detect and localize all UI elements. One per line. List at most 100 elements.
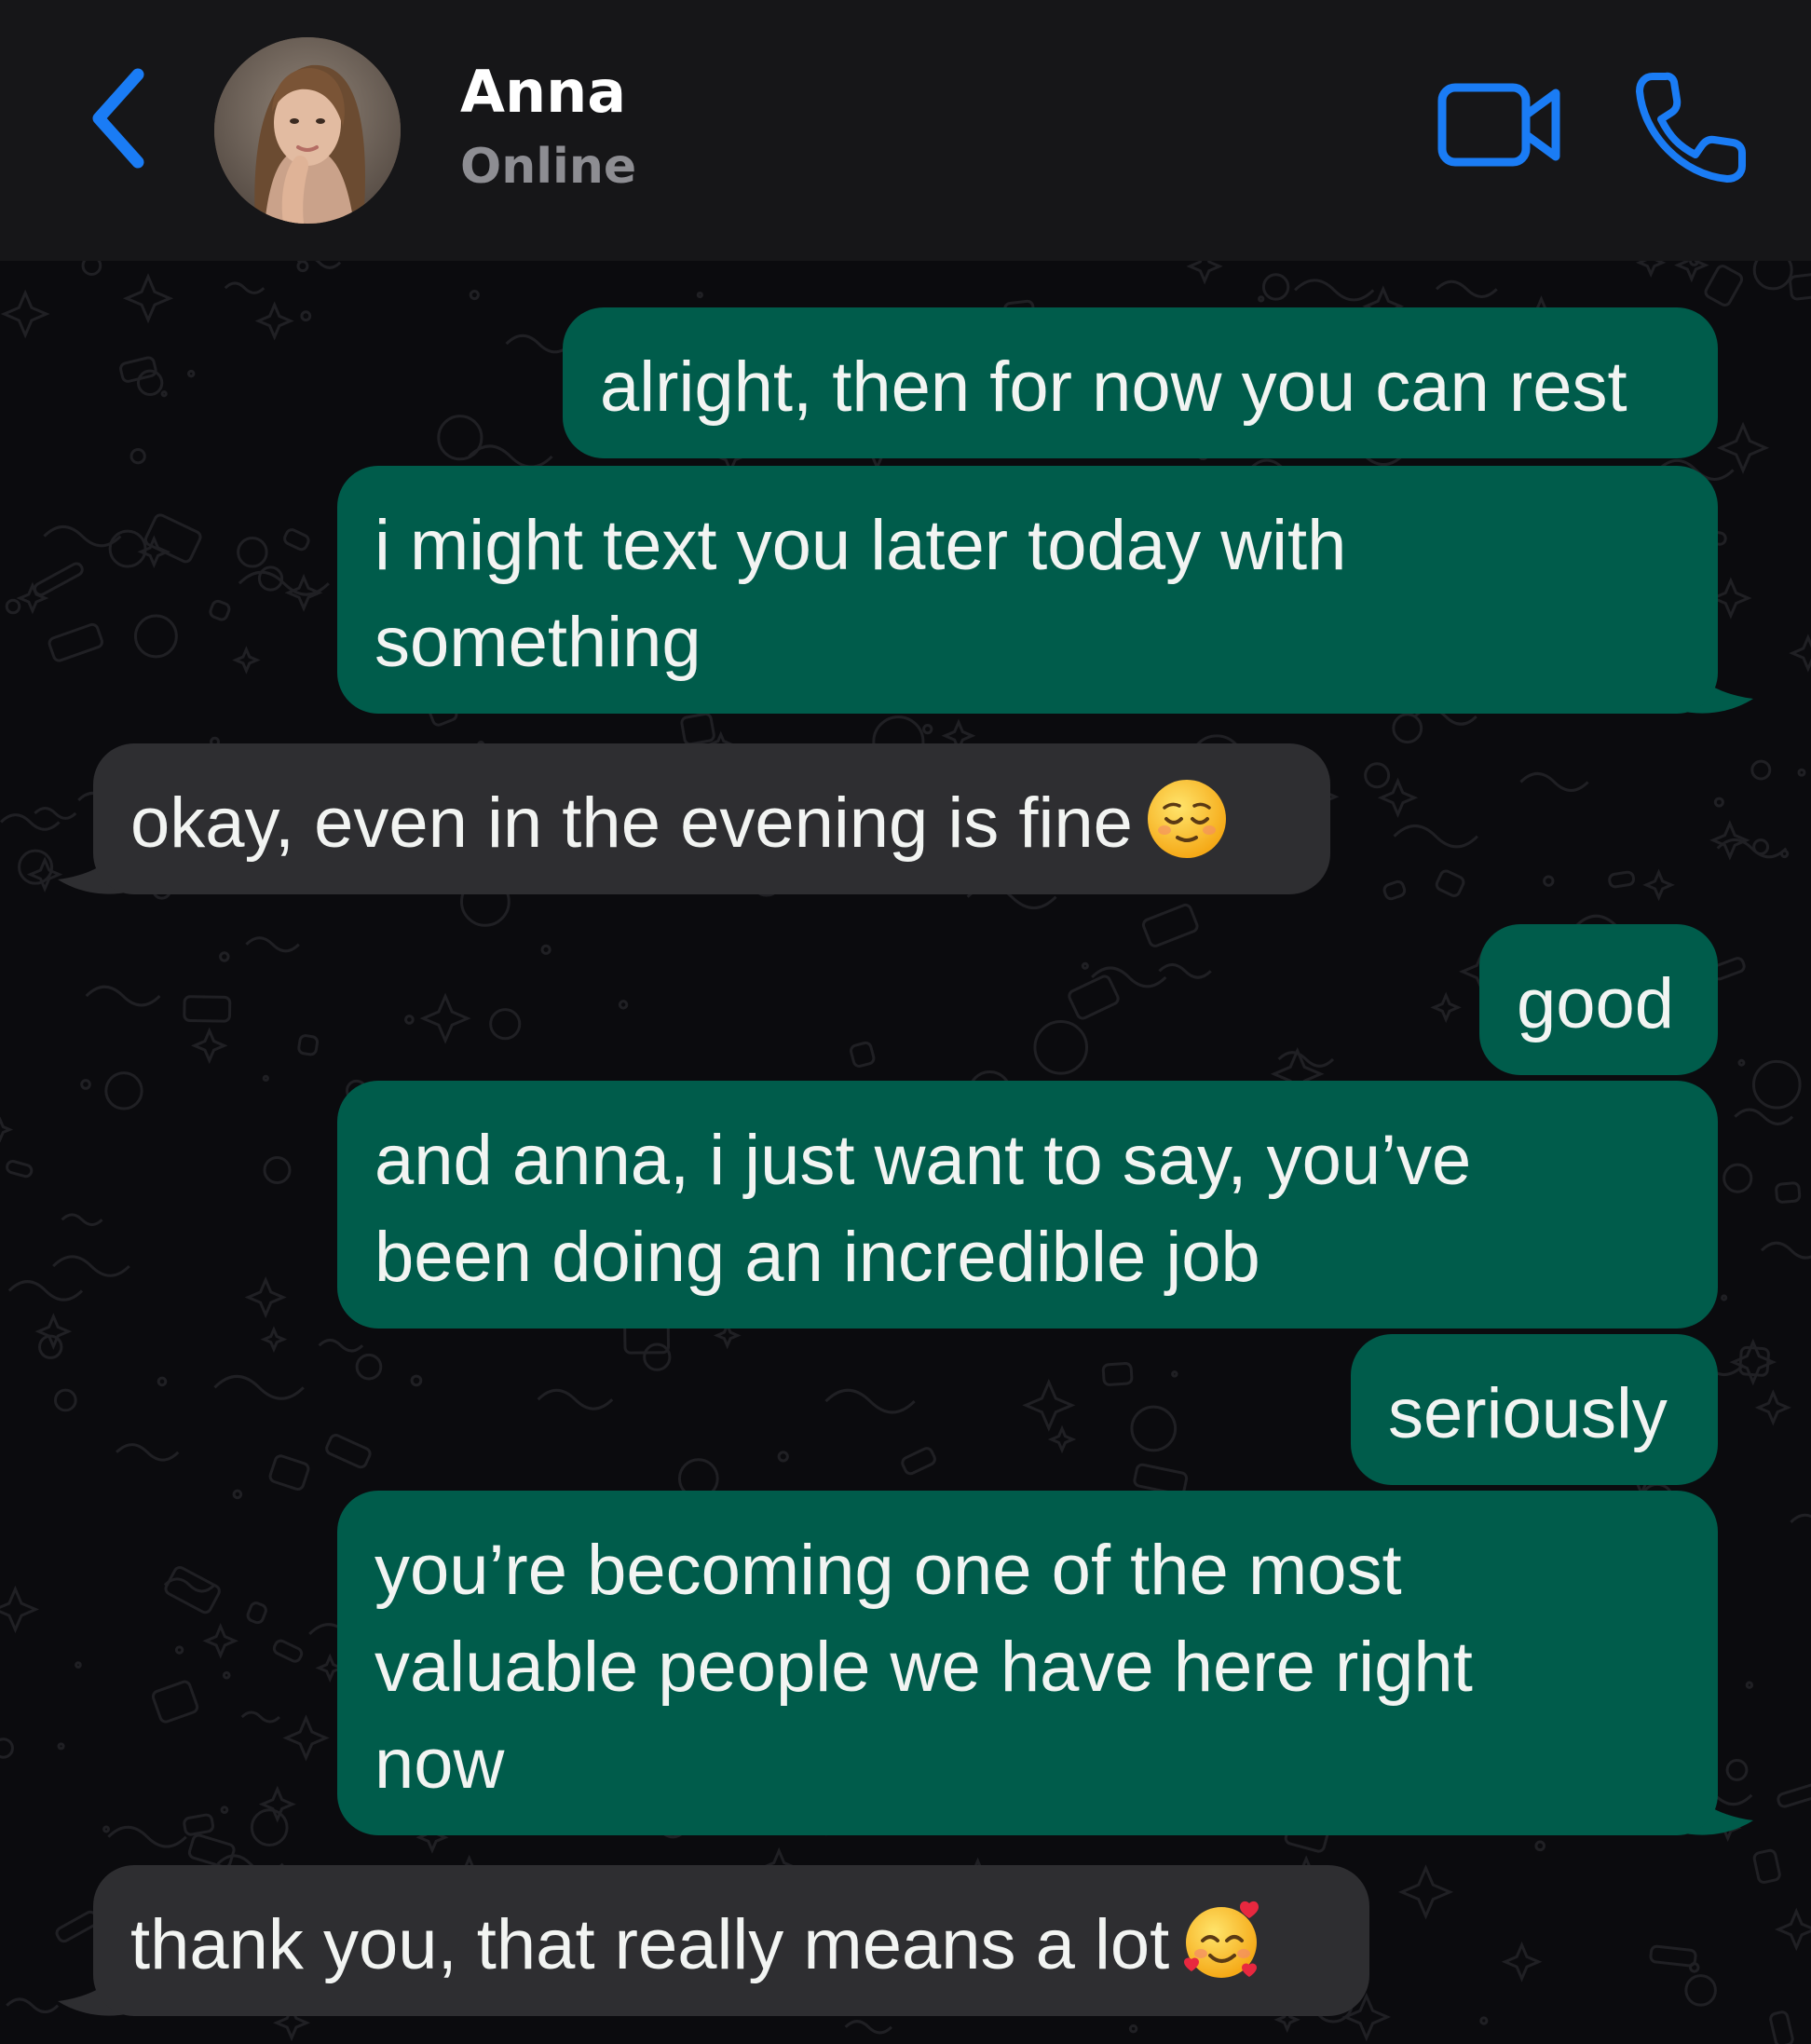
wallpaper-doodle <box>213 1374 305 1400</box>
wallpaper-doodle <box>283 528 310 552</box>
wallpaper-doodle <box>187 1833 236 1869</box>
wallpaper-doodle <box>1364 762 1391 789</box>
wallpaper-doodle <box>1704 265 1744 307</box>
avatar[interactable] <box>214 37 401 224</box>
wallpaper-doodle <box>1033 1020 1089 1075</box>
message-bubble-outgoing[interactable]: alright, then for now you can rest <box>563 307 1718 458</box>
wallpaper-doodle <box>1130 1405 1178 1452</box>
message-bubble-outgoing[interactable]: you’re becoming one of the most valuable… <box>337 1491 1718 1835</box>
wallpaper-doodle <box>505 334 573 354</box>
wallpaper-doodle <box>1734 1108 1794 1125</box>
wallpaper-doodle <box>136 369 164 397</box>
wallpaper-doodle <box>1769 2010 1794 2044</box>
phone-icon <box>1636 72 1746 183</box>
wallpaper-doodle <box>696 291 703 299</box>
video-call-button[interactable] <box>1435 75 1565 177</box>
wallpaper-doodle <box>844 2020 892 2035</box>
wallpaper-doodle <box>232 646 261 675</box>
wallpaper-doodle <box>355 1353 383 1381</box>
wallpaper-doodle <box>224 281 266 294</box>
message-text: good <box>1517 964 1675 1043</box>
wallpaper-doodle <box>1435 869 1465 897</box>
wallpaper-doodle <box>1713 797 1724 808</box>
wallpaper-doodle <box>34 1313 73 1350</box>
wallpaper-doodle <box>1277 1051 1335 1068</box>
wallpaper-doodle <box>1501 1941 1543 1983</box>
wallpaper-doodle <box>318 1338 364 1353</box>
wallpaper-doodle <box>1128 2024 1138 2034</box>
wallpaper-doodle <box>850 1041 876 1068</box>
wallpaper-doodle <box>824 1388 916 1414</box>
wallpaper-doodle <box>16 581 49 615</box>
wallpaper-doodle <box>174 1645 184 1655</box>
wallpaper-doodle <box>222 1670 231 1680</box>
wallpaper-doodle <box>1435 279 1498 298</box>
voice-call-button[interactable] <box>1632 65 1753 186</box>
wallpaper-doodle <box>133 614 178 659</box>
message-text: i might text you later today with <box>374 506 1347 585</box>
back-button[interactable] <box>80 58 164 179</box>
wallpaper-doodle <box>1382 879 1407 901</box>
message-text: something <box>374 603 701 682</box>
wallpaper-doodle <box>1745 1681 1754 1689</box>
wallpaper-doodle <box>1752 261 1793 291</box>
wallpaper-doodle <box>1081 961 1089 970</box>
video-camera-icon <box>1437 83 1560 167</box>
wallpaper-doodle <box>1294 279 1375 302</box>
wallpaper-doodle <box>1635 261 1667 279</box>
wallpaper-doodle <box>0 1116 14 1143</box>
message-bubble-incoming[interactable]: thank you, that really means a lot <box>93 1865 1369 2016</box>
wallpaper-doodle <box>104 1071 143 1111</box>
message-text: okay, even in the evening is fine <box>130 784 1133 863</box>
wallpaper-doodle <box>1790 1513 1811 1524</box>
wallpaper-doodle <box>1519 771 1589 792</box>
message-list[interactable]: alright, then for now you can rest i mig… <box>0 261 1811 2044</box>
wallpaper-doodle <box>240 1710 280 1724</box>
wallpaper-doodle <box>263 1156 292 1184</box>
wallpaper-doodle <box>1430 991 1462 1024</box>
chat-header: Anna Online <box>0 0 1811 261</box>
wallpaper-doodle <box>1022 1378 1076 1432</box>
wallpaper-doodle <box>1479 2016 1489 2025</box>
message-text: alright, then for now you can rest <box>600 347 1627 427</box>
contact-name[interactable]: Anna <box>460 58 626 127</box>
wallpaper-doodle <box>1775 1907 1811 1952</box>
chevron-left-icon <box>92 68 144 169</box>
message-bubble-outgoing[interactable]: seriously <box>1351 1334 1718 1485</box>
contact-photo <box>214 37 401 224</box>
wallpaper-doodle <box>52 1255 130 1277</box>
wallpaper-doodle <box>0 289 50 339</box>
wallpaper-doodle <box>75 1661 82 1669</box>
wallpaper-doodle <box>419 992 471 1044</box>
wallpaper-doodle <box>157 1376 168 1387</box>
message-bubble-outgoing[interactable]: good <box>1479 924 1718 1075</box>
wallpaper-doodle <box>1068 974 1120 1020</box>
wallpaper-doodle <box>202 1623 239 1659</box>
wallpaper-doodle <box>262 1074 270 1083</box>
wallpaper-doodle <box>537 1388 614 1410</box>
wallpaper-doodle <box>901 1447 936 1476</box>
wallpaper-doodle <box>1684 1974 1717 2007</box>
message-bubble-outgoing[interactable]: and anna, i just want to say, you’ve bee… <box>337 1081 1718 1329</box>
wallpaper-doodle <box>469 289 480 301</box>
wallpaper-doodle <box>300 310 312 322</box>
wallpaper-doodle <box>246 1601 267 1625</box>
wallpaper-doodle <box>1649 1944 1697 1968</box>
wallpaper-doodle <box>1709 577 1752 620</box>
wallpaper-doodle <box>296 261 309 273</box>
wallpaper-doodle <box>1377 777 1419 818</box>
message-bubble-outgoing[interactable]: i might text you later today with someth… <box>337 466 1718 714</box>
wallpaper-doodle <box>245 936 300 953</box>
wallpaper-doodle <box>122 273 174 324</box>
message-text: seriously <box>1388 1374 1668 1453</box>
wallpaper-doodle <box>160 390 168 398</box>
wallpaper-doodle <box>437 415 483 461</box>
message-bubble-incoming[interactable]: okay, even in the evening is fine <box>93 743 1330 894</box>
wallpaper-doodle <box>1047 1424 1077 1454</box>
wallpaper-doodle <box>1752 1848 1781 1884</box>
wallpaper-doodle <box>540 944 551 955</box>
wallpaper-doodle <box>1392 713 1423 744</box>
wallpaper-doodle <box>190 1027 228 1065</box>
wallpaper-doodle <box>0 1737 14 1759</box>
wallpaper-doodle <box>1752 838 1770 855</box>
